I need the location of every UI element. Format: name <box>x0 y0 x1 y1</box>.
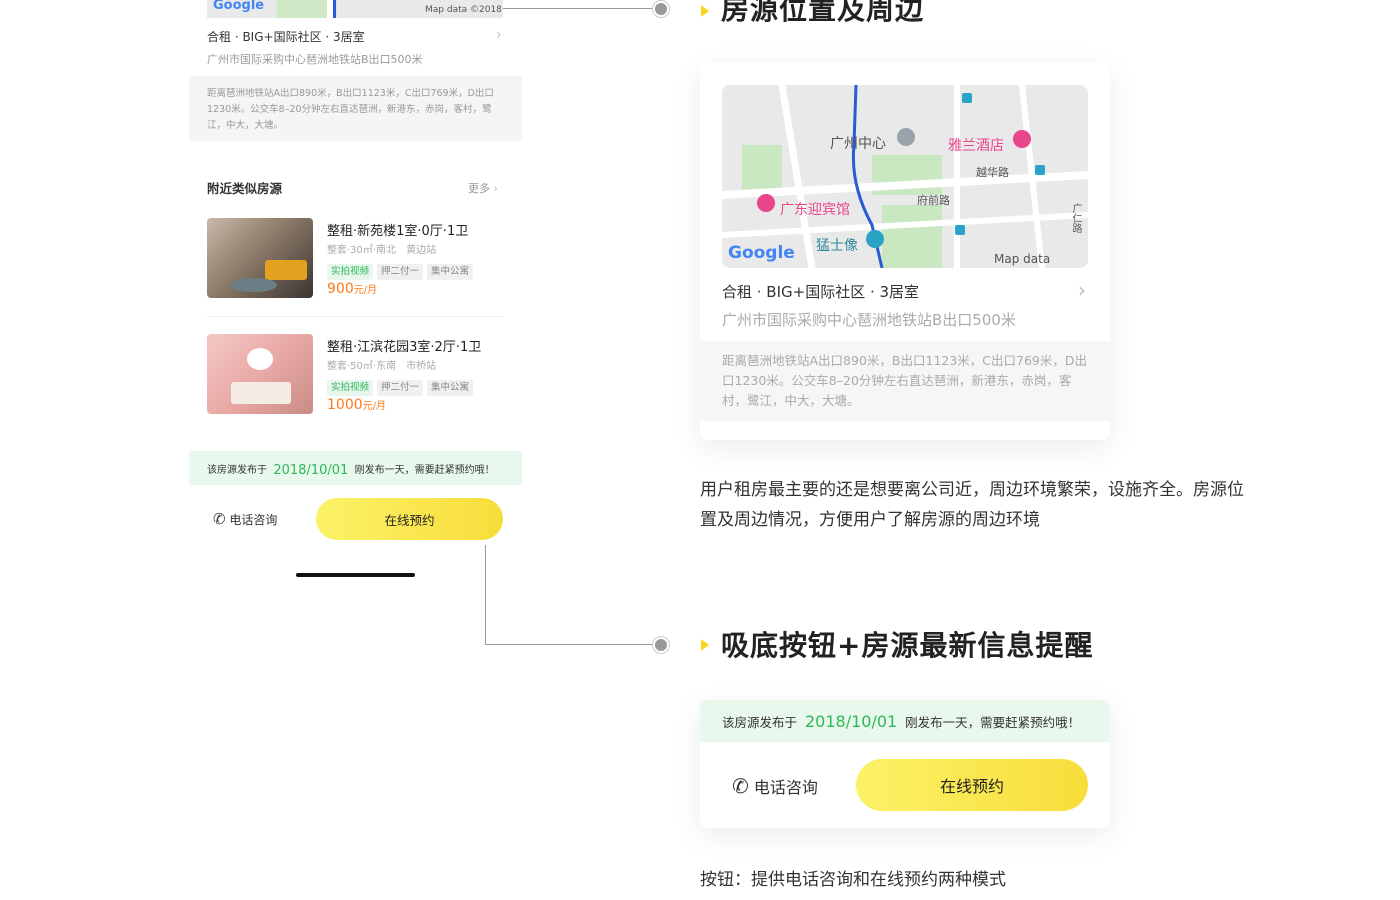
price-unit: 元/月 <box>353 285 378 296</box>
map-label-statue: 猛士像 <box>816 238 858 254</box>
bed-shape <box>231 382 291 404</box>
listing-item-title[interactable]: 整租·江滨花园3室·2厅·1卫 <box>327 336 481 355</box>
section1-description: 用户租房最主要的还是想要离公司近，周边环境繁荣，设施齐全。房源位置及周边情况，方… <box>700 480 1244 530</box>
price-unit: 元/月 <box>362 401 387 412</box>
transit-note-text: 距离琶洲地铁站A出口890米，B出口1123米，C出口769米，D出口1230米… <box>207 88 494 131</box>
item-divider <box>207 316 503 317</box>
listing-photo[interactable] <box>207 218 313 298</box>
listing-item-price: 1000元/月 <box>327 397 386 413</box>
tag-payment: 押二付一 <box>377 380 424 396</box>
more-link[interactable]: 更多 › <box>468 180 498 196</box>
map-label-hotel: 广东迎宾馆 <box>780 202 850 218</box>
google-logo: Google <box>213 0 265 13</box>
phone-icon: ✆ <box>213 510 226 528</box>
tag-video: 实拍视频 <box>327 380 374 396</box>
chevron-right-icon: › <box>493 182 498 195</box>
book-online-button[interactable]: 在线预约 <box>316 498 503 540</box>
chevron-right-icon[interactable]: › <box>1078 278 1086 302</box>
banner-date: 2018/10/01 <box>273 463 349 478</box>
listing-item-sub: 整套·50㎡·东南 市桥站 <box>327 361 437 372</box>
chevron-right-icon[interactable]: › <box>496 27 502 43</box>
connector-dot-2 <box>653 637 669 653</box>
rug-shape <box>231 278 277 292</box>
nearby-section-title: 附近类似房源 <box>207 181 283 196</box>
listing-item-title[interactable]: 整租·新苑楼1室·0厅·1卫 <box>327 220 468 239</box>
listing-item-price: 900元/月 <box>327 281 377 297</box>
section2-title: 吸底按钮+房源最新信息提醒 <box>721 629 1094 662</box>
connector-line-1 <box>503 8 655 9</box>
banner-prefix: 该房源发布于 <box>722 715 798 730</box>
listing-item-tags: 实拍视频 押二付一 集中公寓 <box>327 259 477 280</box>
connector-line-2 <box>485 545 486 644</box>
listing-item-sub: 整套·30㎡·南北 黄边站 <box>327 245 437 256</box>
listing-address: 广州市国际采购中心琶洲地铁站B出口500米 <box>207 53 423 66</box>
map-credit: Map data ©2018 <box>994 252 1051 268</box>
tag-type: 集中公寓 <box>427 380 474 396</box>
banner-suffix: 刚发布一天，需要赶紧预约哦！ <box>354 465 495 476</box>
tag-type: 集中公寓 <box>427 264 474 280</box>
listing-item-tags: 实拍视频 押二付一 集中公寓 <box>327 375 477 396</box>
google-logo: Google <box>728 243 795 263</box>
price-value: 900 <box>327 281 354 297</box>
connector-dot-1 <box>653 1 669 17</box>
phone-consult-button[interactable]: ✆ 电话咨询 <box>213 510 277 528</box>
map-label-road: 越华路 <box>976 166 1009 179</box>
tag-video: 实拍视频 <box>327 264 374 280</box>
publish-banner: 该房源发布于 2018/10/01 刚发布一天，需要赶紧预约哦！ <box>700 700 1110 742</box>
transit-note-text: 距离琶洲地铁站A出口890米，B出口1123米，C出口769米，D出口1230米… <box>722 353 1088 408</box>
map-metro-line <box>333 0 336 18</box>
price-value: 1000 <box>327 397 363 413</box>
transit-note: 距离琶洲地铁站A出口890米，B出口1123米，C出口769米，D出口1230米… <box>189 76 522 141</box>
decor-shape <box>247 348 273 370</box>
map-label-road: 广仁路 <box>1070 203 1081 233</box>
phone-label: 电话咨询 <box>229 513 278 527</box>
section2-description: 按钮：提供电话咨询和在线预约两种模式 <box>700 870 1006 890</box>
listing-photo[interactable] <box>207 334 313 414</box>
publish-banner: 该房源发布于 2018/10/01 刚发布一天，需要赶紧预约哦！ <box>189 451 522 485</box>
map-label-center: 广州中心 <box>830 136 886 152</box>
banner-date: 2018/10/01 <box>804 712 898 731</box>
section-marker-icon <box>701 639 709 651</box>
phone-label: 电话咨询 <box>753 778 818 797</box>
listing-address: 广州市国际采购中心琶洲地铁站B出口500米 <box>722 311 1016 329</box>
banner-prefix: 该房源发布于 <box>207 465 267 476</box>
location-map[interactable]: 广州中心 雅兰酒店 越华路 府前路 广仁路 广东迎宾馆 猛士像 Google M… <box>722 85 1088 268</box>
section1-title: 房源位置及周边 <box>721 0 925 26</box>
home-indicator <box>296 573 415 577</box>
connector-line-2 <box>485 644 655 645</box>
book-online-button[interactable]: 在线预约 <box>856 759 1088 811</box>
listing-title[interactable]: 合租 · BIG+国际社区 · 3居室 <box>722 281 919 302</box>
listing-title[interactable]: 合租 · BIG+国际社区 · 3居室 <box>207 28 365 45</box>
map-credit: Map data ©2018 <box>425 5 502 15</box>
map-label-hotel: 雅兰酒店 <box>948 138 1004 154</box>
banner-suffix: 刚发布一天，需要赶紧预约哦！ <box>905 715 1081 730</box>
map-label-road: 府前路 <box>917 194 950 207</box>
transit-note: 距离琶洲地铁站A出口890米，B出口1123米，C出口769米，D出口1230米… <box>700 341 1110 421</box>
more-label: 更多 <box>468 182 490 195</box>
section-marker-icon <box>701 5 709 17</box>
phone-consult-button[interactable]: ✆ 电话咨询 <box>732 774 818 798</box>
sofa-shape <box>265 260 307 280</box>
tag-payment: 押二付一 <box>377 264 424 280</box>
phone-icon: ✆ <box>732 774 749 798</box>
left-map-thumbnail[interactable]: Google Map data ©2018 <box>207 0 503 18</box>
map-graphic <box>722 85 1088 268</box>
